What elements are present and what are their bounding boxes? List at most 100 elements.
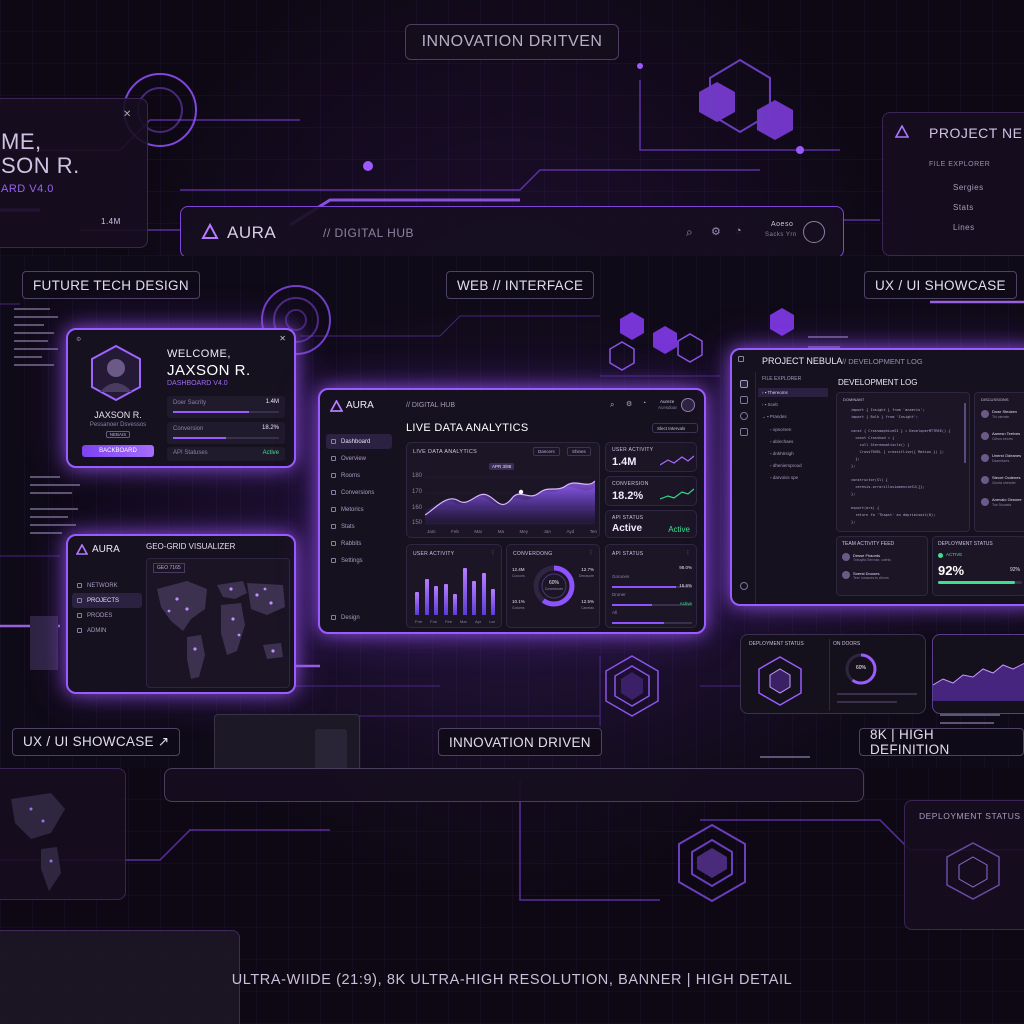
bar-label: Fon xyxy=(430,619,438,624)
widget-title: API STATUS xyxy=(612,551,644,557)
file-item[interactable]: ⌄ ▪ Prandes xyxy=(758,412,828,422)
avatar xyxy=(981,476,989,484)
file-item[interactable]: › ▪ Sceb xyxy=(758,400,828,409)
sidebar-item-design[interactable]: Design xyxy=(326,610,392,625)
file-item[interactable]: ▫ opsorsen xyxy=(758,425,828,434)
chat-row[interactable]: Aanesn Teelves Cilhoo eeorrs xyxy=(981,431,1024,453)
sidebar-item-rabbits[interactable]: Rabbits xyxy=(326,536,392,551)
world-map[interactable]: GEO 7165 xyxy=(146,558,290,688)
dash-search-icon[interactable]: ⌕ xyxy=(610,400,614,410)
pill-ux-showcase-bottom[interactable]: UX / UI SHOWCASE ↗ xyxy=(12,728,181,756)
geo-nav-prodes[interactable]: PRODES xyxy=(72,608,142,623)
geo-nav-admin[interactable]: ADMIN xyxy=(72,623,142,638)
admin-icon xyxy=(77,628,82,633)
stat-doer-sacrity: Doer Sacrity 1.4M xyxy=(167,396,285,418)
ghost-brand-icon xyxy=(201,223,219,239)
file-item[interactable]: ▫ dnkhtrsigh xyxy=(758,449,828,458)
sidebar-item-metrics[interactable]: Metorics xyxy=(326,502,392,517)
files-icon[interactable] xyxy=(739,380,748,388)
kpi-user-activity[interactable]: USER ACTIVITY 1.4M xyxy=(605,442,697,472)
welcome-menu-icon[interactable]: ⚙ xyxy=(76,336,81,343)
geo-nav-projects[interactable]: PROJECTS xyxy=(72,593,142,608)
code-editor[interactable]: DOMINANT import { Insight } from 'anaeri… xyxy=(836,392,970,532)
sidebar-item-conversions[interactable]: Conversions xyxy=(326,485,392,500)
x-ticks: Jam Feb Mar Ma Mey Jan Ayd Ten xyxy=(427,529,597,534)
chat-row[interactable]: Dowr Stecken Thi ctenste xyxy=(981,409,1024,431)
dash-bell-icon[interactable]: ◔ xyxy=(642,400,646,407)
stat-label: Conversion xyxy=(173,426,204,432)
ghost-user: Aoeso xyxy=(771,221,794,228)
dash-user-sub: Acesdoar xyxy=(658,405,678,410)
welcome-close-icon[interactable]: ✕ xyxy=(279,334,286,343)
chat-msg: Thi ctenste xyxy=(992,415,1010,419)
stat-track xyxy=(173,411,279,413)
deployment-status-widget: DEPLOYMENT STATUS ACTIVE 92% 92% xyxy=(932,536,1024,596)
conversions-icon xyxy=(331,490,336,495)
activity-bar[interactable] xyxy=(434,586,438,615)
kpi-conversion[interactable]: CONVERSION 18.2% xyxy=(605,476,697,506)
sidebar-item-dashboard[interactable]: Dashboard xyxy=(326,434,392,449)
activity-bar[interactable] xyxy=(491,589,495,615)
chip-shines[interactable]: Shines xyxy=(567,447,591,456)
activity-bar[interactable] xyxy=(481,573,486,615)
kpi-value: 1.4M xyxy=(612,456,637,468)
search-icon[interactable] xyxy=(739,396,748,404)
donut-chart[interactable] xyxy=(531,563,577,609)
file-explorer-label: FILE EXPLORER xyxy=(762,376,802,382)
team-msg: Teer Iurnsoes ts dhrors xyxy=(853,576,889,580)
activity-bar[interactable] xyxy=(415,592,419,615)
chat-row[interactable]: Stecnt Ocdenes Cinnfa sheeder xyxy=(981,475,1024,497)
backboard-button[interactable]: BACKBOARD xyxy=(82,445,154,457)
stat-fill xyxy=(173,411,250,413)
api-row-label: Afi xyxy=(612,610,618,615)
kpi-label: USER ACTIVITY xyxy=(612,447,654,453)
dash-user: Aureze xyxy=(660,399,675,404)
file-item[interactable]: ▫ abinchaes xyxy=(758,437,828,446)
dash-settings-icon[interactable]: ⚙ xyxy=(626,400,632,408)
area-chart[interactable] xyxy=(425,467,595,527)
rabbits-icon xyxy=(331,541,336,546)
file-item[interactable]: ▫ dheniersproud xyxy=(758,461,828,470)
code-scrollbar[interactable] xyxy=(964,403,966,463)
ghost-brand: AURA xyxy=(227,223,277,242)
interval-select[interactable]: Slect Intervals xyxy=(652,423,698,433)
settings-icon[interactable] xyxy=(740,582,748,590)
more-icon[interactable]: ⋮ xyxy=(685,549,691,556)
more-icon[interactable]: ⋮ xyxy=(588,549,594,556)
chat-row[interactable]: Unerst Odeanes Dsarmtarrs xyxy=(981,453,1024,475)
branch-icon[interactable] xyxy=(739,412,748,420)
activity-bar[interactable] xyxy=(453,594,457,615)
sidebar-item-stats[interactable]: Stats xyxy=(326,519,392,534)
ghost-search-icon: ⌕ xyxy=(686,225,693,239)
ghost-deploy-title: DEPLOYMENT STATUS xyxy=(919,811,1021,821)
sidebar-item-overview[interactable]: Overview xyxy=(326,451,392,466)
geo-nav-network[interactable]: NETWORK xyxy=(72,578,142,593)
dash-avatar[interactable] xyxy=(681,398,695,412)
device-part xyxy=(315,729,347,768)
file-item[interactable]: › ▪ Thereoms xyxy=(758,388,828,397)
activity-bar[interactable] xyxy=(462,568,467,615)
more-icon[interactable]: ⋮ xyxy=(490,549,496,556)
ghost-item-1: Sergies xyxy=(953,183,984,192)
kpi-api-status[interactable]: API STATUS Active Active xyxy=(605,510,697,538)
activity-bar[interactable] xyxy=(472,581,476,615)
activity-bar[interactable] xyxy=(443,584,448,615)
y-tick: 150 xyxy=(412,520,423,526)
debug-icon[interactable] xyxy=(739,428,748,436)
donut-right-2: 12.5% xyxy=(581,599,594,604)
welcome-name: JAXSON R. xyxy=(167,362,251,379)
top-tag: INNOVATION DRITVEN xyxy=(405,24,619,60)
nav-label: PRODES xyxy=(87,612,113,619)
chat-label: DISCUSSIONS xyxy=(981,397,1009,402)
geo-brand: AURA xyxy=(92,544,120,555)
chat-row[interactable]: Anevalo Gesnee Toe Dsoasts xyxy=(981,497,1024,519)
file-label: Thereoms xyxy=(767,390,788,395)
bar-container xyxy=(415,563,495,615)
nebula-toolbar xyxy=(732,372,756,604)
chip-dancers[interactable]: Dancers xyxy=(533,447,560,456)
sidebar-item-rooms[interactable]: Rooms xyxy=(326,468,392,483)
sidebar-item-settings[interactable]: Settings xyxy=(326,553,392,568)
file-item[interactable]: ▫ darvoiss spe xyxy=(758,473,828,482)
activity-bar[interactable] xyxy=(424,579,429,615)
user-activity-bars: USER ACTIVITY ⋮ Frm Fon Fee Mar Apr Lar xyxy=(406,544,502,628)
